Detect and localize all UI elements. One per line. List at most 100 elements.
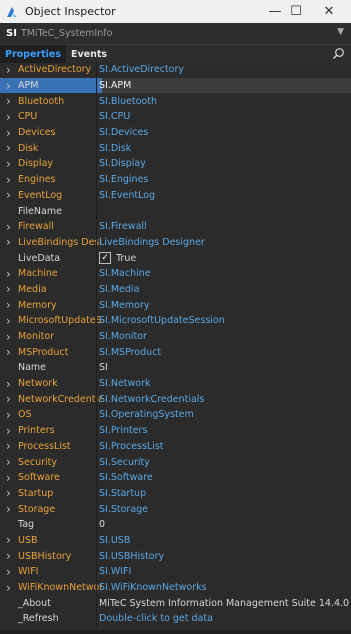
property-name[interactable]: Memory [0, 297, 102, 313]
property-row[interactable]: › MSProduct SI.MSProduct [0, 344, 351, 361]
tab-events[interactable]: Events [66, 45, 112, 63]
property-name[interactable]: ActiveDirectory [0, 62, 102, 78]
property-name[interactable]: Display [0, 156, 102, 172]
property-row[interactable]: ›LiveBindings DesignerLiveBindings Desig… [0, 234, 351, 251]
column-divider[interactable] [96, 297, 97, 313]
property-value[interactable]: SI.MicrosoftUpdateSession [99, 313, 349, 329]
property-name[interactable]: Software [0, 470, 102, 486]
expand-chevron-icon[interactable]: › [6, 486, 11, 502]
column-divider[interactable] [96, 187, 97, 204]
expand-chevron-icon[interactable]: › [6, 78, 11, 94]
column-divider[interactable] [96, 344, 97, 361]
column-divider[interactable] [96, 281, 97, 298]
property-name[interactable]: Bluetooth [0, 93, 102, 109]
property-name[interactable]: NetworkCredentials [0, 391, 102, 407]
property-name[interactable]: Devices [0, 125, 102, 141]
property-value[interactable]: SI.Bluetooth [99, 93, 349, 109]
property-name[interactable]: OS [0, 407, 102, 423]
column-divider[interactable] [96, 250, 97, 266]
object-selector[interactable]: SI TMiTeC_SystemInfo ▼ [0, 23, 351, 45]
column-divider[interactable] [96, 124, 97, 141]
property-value[interactable]: ✓ True [99, 250, 349, 266]
property-value[interactable]: SI.Printers [99, 423, 349, 439]
property-name[interactable]: Disk [0, 140, 102, 156]
property-row[interactable]: › Startup SI.Startup [0, 485, 351, 502]
property-value[interactable]: SI.MSProduct [99, 344, 349, 360]
property-value[interactable]: SI.EventLog [99, 188, 349, 204]
column-divider[interactable] [96, 375, 97, 392]
column-divider[interactable] [96, 611, 97, 627]
property-row[interactable]: › EventLog SI.EventLog [0, 187, 351, 204]
expand-chevron-icon[interactable]: › [6, 564, 11, 580]
property-value[interactable]: 0 [99, 517, 349, 533]
column-divider[interactable] [96, 548, 97, 564]
property-name[interactable]: Engines [0, 172, 102, 188]
expand-chevron-icon[interactable]: › [6, 344, 11, 360]
property-name[interactable]: Machine [0, 266, 102, 282]
column-divider[interactable] [96, 62, 97, 78]
column-divider[interactable] [96, 501, 97, 517]
property-name[interactable]: Startup [0, 486, 102, 502]
property-row[interactable]: › Software SI.Software [0, 469, 351, 486]
expand-chevron-icon[interactable]: › [6, 423, 11, 439]
expand-chevron-icon[interactable]: › [6, 501, 11, 517]
column-divider[interactable] [96, 407, 97, 423]
property-name[interactable]: EventLog [0, 188, 102, 204]
property-name[interactable]: Printers [0, 423, 102, 439]
column-divider[interactable] [96, 532, 97, 549]
property-name[interactable]: USB [0, 533, 102, 549]
property-row[interactable]: Name SI [0, 360, 351, 376]
property-name[interactable]: WiFiKnownNetworks [0, 580, 102, 596]
expand-chevron-icon[interactable]: › [6, 580, 11, 596]
column-divider[interactable] [96, 109, 97, 125]
property-value[interactable]: Double-click to get data [99, 611, 349, 627]
property-row[interactable]: › Disk SI.Disk [0, 140, 351, 157]
property-value[interactable]: SI.Network [99, 376, 349, 392]
column-divider[interactable] [96, 203, 97, 219]
tab-properties[interactable]: Properties [0, 45, 66, 63]
property-value[interactable]: SI.OperatingSystem [99, 407, 349, 423]
expand-chevron-icon[interactable]: › [6, 109, 11, 125]
property-row[interactable]: › Memory SI.Memory [0, 297, 351, 313]
property-value[interactable]: SI.CPU [99, 109, 349, 125]
expand-chevron-icon[interactable]: › [6, 533, 11, 549]
property-name[interactable]: Tag [0, 517, 102, 533]
property-name[interactable]: ProcessList [0, 439, 102, 455]
expand-chevron-icon[interactable]: › [6, 93, 11, 109]
property-value[interactable]: SI.Disk [99, 140, 349, 156]
property-row[interactable]: ›WiFiKnownNetworksSI.WiFiKnownNetworks [0, 579, 351, 596]
column-divider[interactable] [96, 485, 97, 502]
column-divider[interactable] [96, 422, 97, 439]
column-divider[interactable] [96, 469, 97, 486]
column-divider[interactable] [96, 313, 97, 329]
column-divider[interactable] [96, 156, 97, 172]
property-name[interactable]: WIFI [0, 564, 102, 580]
property-row[interactable]: FileName [0, 203, 351, 219]
property-name[interactable]: Storage [0, 501, 102, 517]
property-value[interactable]: MiTeC System Information Management Suit… [99, 595, 349, 611]
column-divider[interactable] [96, 328, 97, 345]
property-value[interactable]: SI.USBHistory [99, 548, 349, 564]
property-value[interactable]: SI.WIFI [99, 564, 349, 580]
expand-chevron-icon[interactable]: › [6, 439, 11, 455]
property-row[interactable]: › Devices SI.Devices [0, 124, 351, 141]
property-value[interactable]: SI.Memory [99, 297, 349, 313]
property-row[interactable]: › Monitor SI.Monitor [0, 328, 351, 345]
column-divider[interactable] [96, 564, 97, 580]
column-divider[interactable] [96, 438, 97, 455]
column-divider[interactable] [96, 516, 97, 533]
column-divider[interactable] [96, 579, 97, 596]
property-row[interactable]: ›MicrosoftUpdateSessionSI.MicrosoftUpdat… [0, 313, 351, 329]
property-value[interactable]: LiveBindings Designer [99, 235, 349, 251]
expand-chevron-icon[interactable]: › [6, 407, 11, 423]
property-value[interactable]: SI.Devices [99, 125, 349, 141]
checkbox[interactable]: ✓ [99, 252, 111, 265]
property-row[interactable]: › Security SI.Security [0, 454, 351, 470]
expand-chevron-icon[interactable]: › [6, 548, 11, 564]
property-row[interactable]: › Media SI.Media [0, 281, 351, 298]
property-name[interactable]: LiveBindings Designer [0, 235, 102, 251]
property-name[interactable]: Name [0, 360, 102, 376]
property-row[interactable]: › Engines SI.Engines [0, 171, 351, 188]
expand-chevron-icon[interactable]: › [6, 266, 11, 282]
column-divider[interactable] [96, 595, 97, 612]
